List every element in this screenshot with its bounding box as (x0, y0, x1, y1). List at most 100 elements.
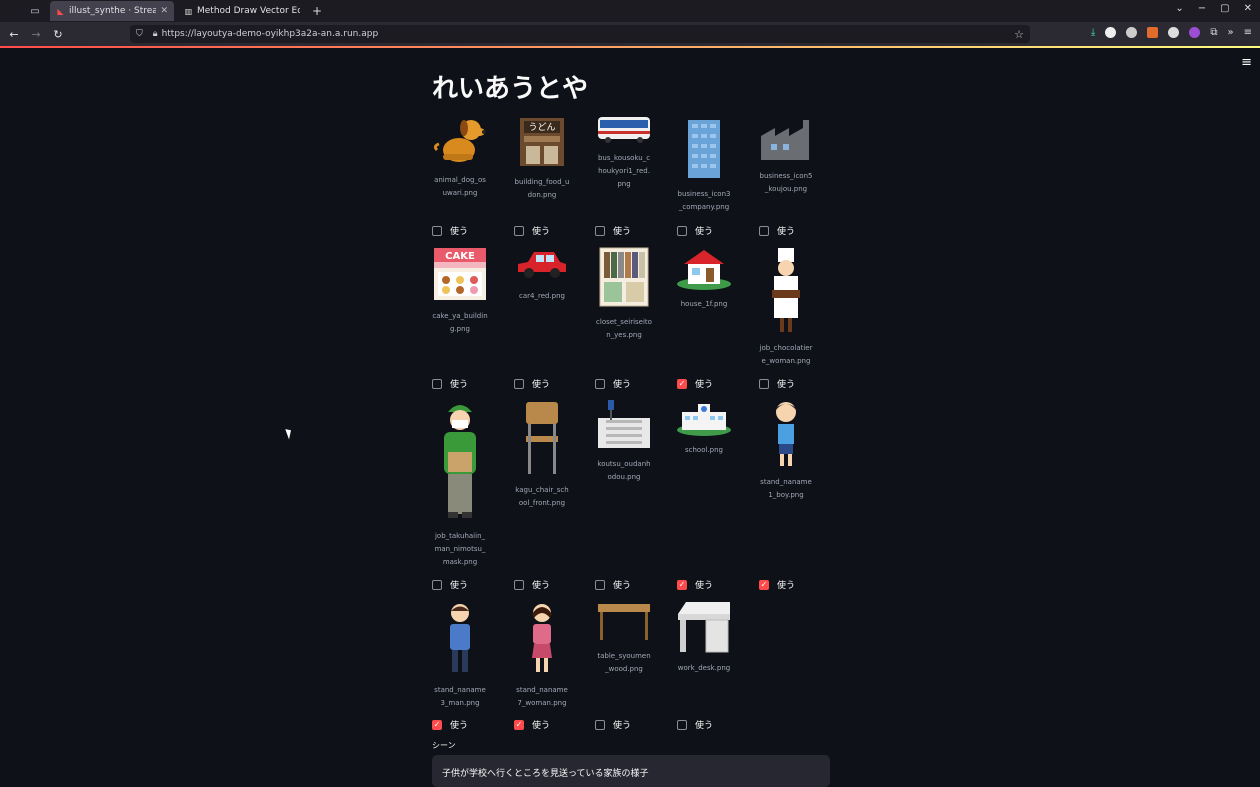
back-icon[interactable]: ← (4, 28, 24, 41)
checkbox-box[interactable] (595, 225, 605, 236)
checkbox-box[interactable] (677, 225, 687, 236)
chocolatier-illustration (772, 248, 800, 332)
checkbox-label: 使う (777, 380, 796, 390)
grid-item: business_icon3_company.png (674, 118, 734, 214)
checkbox-box[interactable] (514, 378, 524, 389)
grid-item: business_icon5_koujou.png (756, 118, 816, 196)
checkbox-box[interactable] (432, 579, 442, 590)
use-checkbox[interactable]: 使う (677, 377, 713, 390)
boy-illustration (776, 402, 796, 466)
use-checkbox[interactable]: 使う (595, 578, 631, 591)
scene-input[interactable]: 子供が学校へ行くところを見送っている家族の様子 (432, 755, 830, 787)
use-checkbox[interactable]: 使う (595, 718, 631, 731)
grid-item: kagu_chair_school_front.png (512, 400, 572, 510)
checkbox-box[interactable] (677, 378, 687, 389)
firefox-account-icon[interactable]: ⌄ (1175, 3, 1183, 14)
crosswalk-illustration (598, 400, 650, 448)
streamlit-menu-icon[interactable]: ≡ (1241, 55, 1252, 70)
use-checkbox[interactable]: 使う (595, 224, 631, 237)
grid-item: job_takuhaiin_man_nimotsu_mask.png (430, 398, 490, 569)
forward-icon[interactable]: → (26, 28, 46, 41)
file-name: school.png (685, 446, 723, 454)
checkbox-box[interactable] (432, 719, 442, 730)
maximize-icon[interactable]: ▢ (1220, 3, 1229, 14)
checkbox-box[interactable] (514, 225, 524, 236)
checkbox-box[interactable] (432, 225, 442, 236)
checkbox-box[interactable] (514, 719, 524, 730)
grid-item: stand_naname1_boy.png (756, 400, 816, 502)
app-menu-icon[interactable]: ≡ (1244, 27, 1252, 38)
use-checkbox[interactable]: 使う (432, 224, 468, 237)
grid-item: CAKE cake_ya_building.png (430, 246, 490, 336)
use-checkbox[interactable]: 使う (432, 578, 468, 591)
use-checkbox[interactable]: 使う (595, 377, 631, 390)
browser-tab-streamlit[interactable]: ◣ illust_synthe · Streamlit ✕ (50, 1, 174, 21)
checkbox-box[interactable] (677, 579, 687, 590)
extension-icon[interactable] (1147, 27, 1159, 38)
window-controls: ⌄ − ▢ ✕ (1175, 3, 1252, 14)
checkbox-label: 使う (695, 380, 714, 390)
lock-icon[interactable]: 🔒︎ (153, 29, 158, 39)
file-name: stand_naname3_man.png (434, 686, 486, 707)
office-building-icon (688, 120, 720, 178)
grid-item: animal_dog_osuwari.png (430, 116, 490, 200)
work-desk-illustration (678, 602, 730, 653)
download-icon[interactable]: ⤓ (1091, 27, 1095, 38)
file-name: animal_dog_osuwari.png (434, 176, 486, 197)
extension-icon[interactable] (1105, 27, 1117, 38)
checkbox-box[interactable] (759, 378, 769, 389)
reload-icon[interactable]: ↻ (48, 28, 68, 41)
checkbox-box[interactable] (432, 378, 442, 389)
extension-icon[interactable] (1168, 27, 1180, 38)
school-illustration (677, 404, 731, 436)
use-checkbox[interactable]: 使う (759, 578, 795, 591)
extension-icon[interactable] (1189, 27, 1201, 38)
use-checkbox[interactable]: 使う (514, 718, 550, 731)
minimize-icon[interactable]: − (1198, 3, 1206, 14)
browser-tab-method-draw[interactable]: ▥ Method Draw Vector Edit (178, 1, 306, 21)
use-checkbox[interactable]: 使う (514, 377, 550, 390)
close-window-icon[interactable]: ✕ (1244, 3, 1252, 14)
extension-icon[interactable] (1126, 27, 1138, 38)
use-checkbox[interactable]: 使う (677, 578, 713, 591)
checkbox-box[interactable] (677, 719, 687, 730)
checkbox-box[interactable] (595, 719, 605, 730)
use-checkbox[interactable]: 使う (759, 377, 795, 390)
grid-item: closet_seiriseiton_yes.png (594, 246, 654, 342)
use-checkbox[interactable]: 使う (759, 224, 795, 237)
use-checkbox[interactable]: 使う (432, 377, 468, 390)
new-tab-icon[interactable]: + (312, 4, 322, 18)
checkbox-box[interactable] (759, 225, 769, 236)
streamlit-loading-bar (0, 46, 1260, 48)
url-text[interactable]: https://layoutya-demo-oyikhp3a2a-an.a.ru… (162, 29, 379, 39)
mouse-cursor-icon (285, 427, 294, 440)
bookmark-star-icon[interactable]: ☆ (1014, 28, 1024, 41)
grid-item: stand_naname3_man.png (430, 602, 490, 710)
puzzle-icon[interactable]: ⧉ (1210, 27, 1217, 38)
checkbox-box[interactable] (759, 579, 769, 590)
overflow-menu-icon[interactable]: » (1227, 27, 1233, 38)
checkbox-label: 使う (613, 581, 632, 591)
checkbox-box[interactable] (595, 378, 605, 389)
url-bar[interactable]: ⛉ 🔒︎ https://layoutya-demo-oyikhp3a2a-an… (130, 25, 1030, 43)
use-checkbox[interactable]: 使う (432, 718, 468, 731)
streamlit-favicon-icon: ◣ (57, 6, 64, 16)
use-checkbox[interactable]: 使う (677, 224, 713, 237)
udon-shop-illustration: うどん (520, 118, 564, 166)
use-checkbox[interactable]: 使う (514, 224, 550, 237)
file-name: job_chocolatiere_woman.png (759, 344, 813, 365)
tab-list-icon[interactable]: ▭ (24, 2, 46, 20)
checkbox-label: 使う (450, 581, 469, 591)
file-name: stand_naname7_woman.png (516, 686, 568, 707)
checkbox-label: 使う (613, 227, 632, 237)
woman-illustration (532, 604, 552, 672)
grid-item: house_1f.png (674, 246, 734, 311)
use-checkbox[interactable]: 使う (677, 718, 713, 731)
use-checkbox[interactable]: 使う (514, 578, 550, 591)
close-tab-icon[interactable]: ✕ (160, 6, 168, 16)
checkbox-box[interactable] (514, 579, 524, 590)
checkbox-label: 使う (450, 380, 469, 390)
checkbox-box[interactable] (595, 579, 605, 590)
grid-item: work_desk.png (674, 600, 734, 675)
shield-icon[interactable]: ⛉ (136, 29, 143, 39)
